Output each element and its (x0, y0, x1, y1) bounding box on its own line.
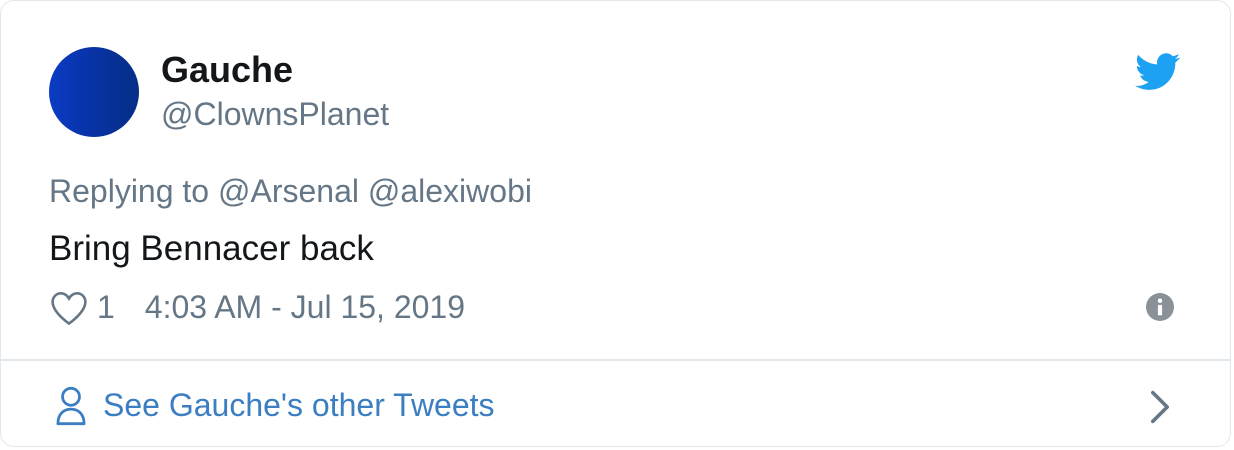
see-other-tweets-link[interactable]: See Gauche's other Tweets (1, 361, 1230, 447)
tweet-card: Gauche @ClownsPlanet Replying to @Arsena… (0, 0, 1231, 447)
avatar[interactable] (49, 47, 139, 137)
tweet-meta: 1 4:03 AM - Jul 15, 2019 (49, 289, 465, 326)
user-handle[interactable]: @ClownsPlanet (161, 96, 389, 133)
timestamp[interactable]: 4:03 AM - Jul 15, 2019 (145, 289, 465, 326)
person-icon (56, 386, 86, 426)
twitter-bird-icon[interactable] (1135, 53, 1181, 91)
chevron-right-icon[interactable] (1149, 389, 1171, 425)
like-count: 1 (97, 289, 115, 325)
replying-to: Replying to @Arsenal @alexiwobi (49, 173, 532, 209)
tweet-text: Bring Bennacer back (49, 229, 374, 268)
heart-icon[interactable] (49, 290, 89, 326)
info-icon[interactable] (1146, 293, 1174, 321)
display-name[interactable]: Gauche (161, 49, 293, 91)
see-other-tweets-label[interactable]: See Gauche's other Tweets (103, 387, 495, 424)
